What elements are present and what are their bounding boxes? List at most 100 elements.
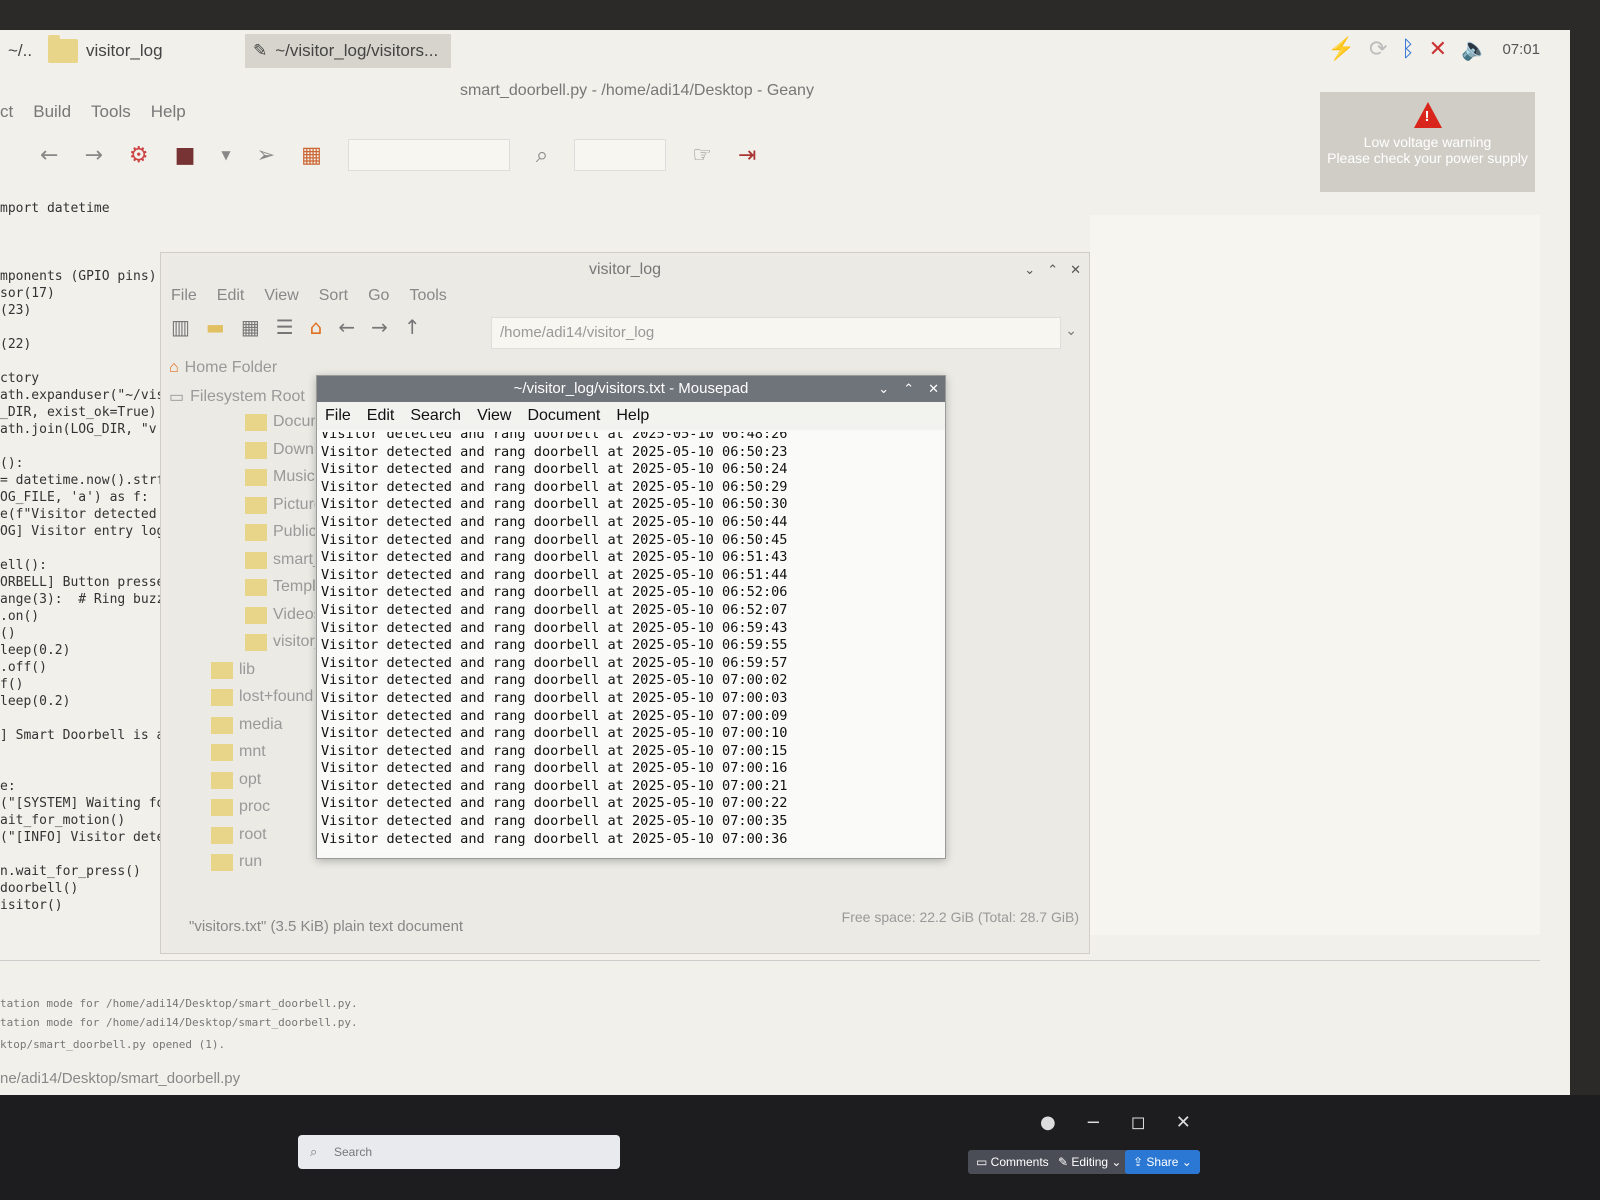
- folder-icon: [245, 468, 267, 486]
- mp-menu-edit[interactable]: Edit: [367, 407, 395, 425]
- search-field[interactable]: [347, 139, 510, 171]
- sidebar-home-folder[interactable]: ⌂ Home Folder: [169, 359, 277, 377]
- goto-line-field[interactable]: [574, 139, 667, 171]
- code-editor[interactable]: mport datetime mponents (GPIO pins) sor(17…: [0, 200, 172, 914]
- taskbar-visitor-log[interactable]: visitor_log: [40, 34, 171, 68]
- volume-icon[interactable]: 🔈: [1461, 36, 1488, 62]
- list-view-icon[interactable]: ☰: [276, 315, 294, 339]
- tree-item-label: run: [239, 853, 263, 870]
- location-dropdown-icon[interactable]: ⌄: [1065, 323, 1077, 339]
- avatar[interactable]: ●: [1040, 1112, 1056, 1133]
- mp-menu-search[interactable]: Search: [410, 407, 461, 425]
- mp-menu-view[interactable]: View: [477, 407, 511, 425]
- color-chooser-icon[interactable]: ▦: [301, 143, 322, 168]
- network-icon[interactable]: ⟳: [1369, 36, 1387, 62]
- comments-button[interactable]: ▭ Comments: [968, 1150, 1057, 1174]
- tree-item[interactable]: run: [211, 853, 315, 871]
- fm-menu-file[interactable]: File: [171, 287, 197, 305]
- file-manager-toolbar: ▥ ▬ ▦ ☰ ⌂ ← → ↑: [171, 315, 421, 339]
- quit-icon[interactable]: ⇥: [738, 143, 756, 168]
- forward-icon[interactable]: →: [371, 315, 388, 339]
- tree-item[interactable]: Videos: [245, 606, 315, 624]
- tree-item[interactable]: Picture: [245, 496, 315, 514]
- tree-item[interactable]: lost+found: [211, 688, 315, 706]
- run-icon[interactable]: ➢: [257, 143, 275, 168]
- minimize-icon[interactable]: ⌄: [1024, 263, 1035, 278]
- clock[interactable]: 07:01: [1502, 41, 1540, 58]
- bluetooth-icon[interactable]: ᛒ: [1401, 36, 1414, 62]
- taskbar-visitors-txt[interactable]: ✎ ~/visitor_log/visitors...: [245, 34, 451, 68]
- restore-icon[interactable]: ◻: [1131, 1112, 1146, 1133]
- tree-item[interactable]: Templa: [245, 578, 315, 596]
- log-line: Visitor detected and rang doorbell at 20…: [321, 813, 788, 830]
- back-arrow-icon[interactable]: ←: [40, 143, 58, 168]
- tree-item-label: Music: [273, 468, 315, 485]
- geany-menu-build[interactable]: Build: [33, 102, 71, 122]
- fm-menu-edit[interactable]: Edit: [217, 287, 245, 305]
- close-icon[interactable]: ✕: [928, 382, 939, 397]
- minimize-icon[interactable]: ⌄: [878, 382, 889, 397]
- tree-item[interactable]: opt: [211, 771, 315, 789]
- editor-blank-area[interactable]: [1090, 215, 1540, 935]
- mp-menu-document[interactable]: Document: [527, 407, 600, 425]
- new-folder-icon[interactable]: ▬: [206, 315, 225, 339]
- compile-icon[interactable]: ⚙: [129, 143, 149, 168]
- mp-menu-file[interactable]: File: [325, 407, 351, 425]
- geany-menu-project[interactable]: ct: [0, 102, 13, 122]
- home-icon[interactable]: ⌂: [310, 315, 323, 339]
- sidebar-toggle-icon[interactable]: ▥: [171, 315, 190, 339]
- icon-view-icon[interactable]: ▦: [241, 315, 260, 339]
- maximize-icon[interactable]: ⌃: [1047, 263, 1058, 278]
- jump-icon[interactable]: ☞: [692, 143, 712, 168]
- chevron-down-icon[interactable]: ▼: [221, 148, 230, 162]
- tree-item[interactable]: mnt: [211, 743, 315, 761]
- tree-item[interactable]: lib: [211, 661, 315, 679]
- tree-item[interactable]: Docum: [245, 413, 315, 431]
- taskbar-path[interactable]: ~/..: [0, 34, 40, 68]
- maximize-icon[interactable]: ⌃: [903, 382, 914, 397]
- forward-arrow-icon[interactable]: →: [84, 143, 102, 168]
- mousepad-menubar: File Edit Search View Document Help: [317, 402, 945, 430]
- warning-icon: [1413, 102, 1442, 128]
- editing-button[interactable]: ✎ Editing ⌄: [1050, 1150, 1130, 1174]
- fm-menu-sort[interactable]: Sort: [319, 287, 348, 305]
- sidebar-filesystem-root[interactable]: ▭ Filesystem Root: [169, 387, 305, 407]
- code-line: ():: [0, 456, 24, 471]
- tree-item[interactable]: media: [211, 716, 315, 734]
- wifi-off-icon[interactable]: ✕: [1429, 36, 1447, 62]
- tree-item[interactable]: Public: [245, 523, 315, 541]
- geany-menu-tools[interactable]: Tools: [91, 102, 131, 122]
- path-label: ~/..: [8, 41, 33, 60]
- folder-icon: [211, 771, 233, 789]
- host-search-box[interactable]: ⌕ Search: [298, 1135, 620, 1169]
- tree-item[interactable]: Music: [245, 468, 315, 486]
- close-icon[interactable]: ✕: [1070, 263, 1081, 278]
- share-button[interactable]: ⇪ Share ⌄: [1125, 1150, 1200, 1174]
- tree-item[interactable]: smart_: [245, 551, 315, 569]
- build-icon[interactable]: ■: [175, 143, 196, 168]
- tree-item[interactable]: Downlo: [245, 441, 315, 459]
- tree-item[interactable]: visitor_: [245, 633, 315, 651]
- mousepad-title: ~/visitor_log/visitors.txt - Mousepad: [317, 376, 945, 402]
- fm-menu-tools[interactable]: Tools: [409, 287, 446, 305]
- search-icon[interactable]: ⌕: [536, 143, 548, 168]
- text-area[interactable]: Visitor detected and rang doorbell at 20…: [321, 432, 941, 852]
- mp-menu-help[interactable]: Help: [616, 407, 649, 425]
- file-manager-status: "visitors.txt" (3.5 KiB) plain text docu…: [189, 918, 464, 935]
- log-line: Visitor detected and rang doorbell at 20…: [321, 496, 788, 513]
- host-bezel: [0, 1095, 1600, 1200]
- log-line: Visitor detected and rang doorbell at 20…: [321, 830, 788, 847]
- lightning-icon[interactable]: ⚡: [1328, 36, 1355, 62]
- minimize-icon[interactable]: −: [1086, 1112, 1101, 1133]
- low-voltage-notification[interactable]: Low voltage warning Please check your po…: [1320, 92, 1535, 192]
- back-icon[interactable]: ←: [338, 315, 355, 339]
- up-icon[interactable]: ↑: [404, 315, 421, 339]
- fm-menu-view[interactable]: View: [264, 287, 298, 305]
- fm-menu-go[interactable]: Go: [368, 287, 389, 305]
- location-bar[interactable]: /home/adi14/visitor_log: [491, 317, 1061, 349]
- geany-menu-help[interactable]: Help: [151, 102, 186, 122]
- tree-item[interactable]: proc: [211, 798, 315, 816]
- close-icon[interactable]: ✕: [1176, 1112, 1191, 1133]
- tree-item[interactable]: root: [211, 826, 315, 844]
